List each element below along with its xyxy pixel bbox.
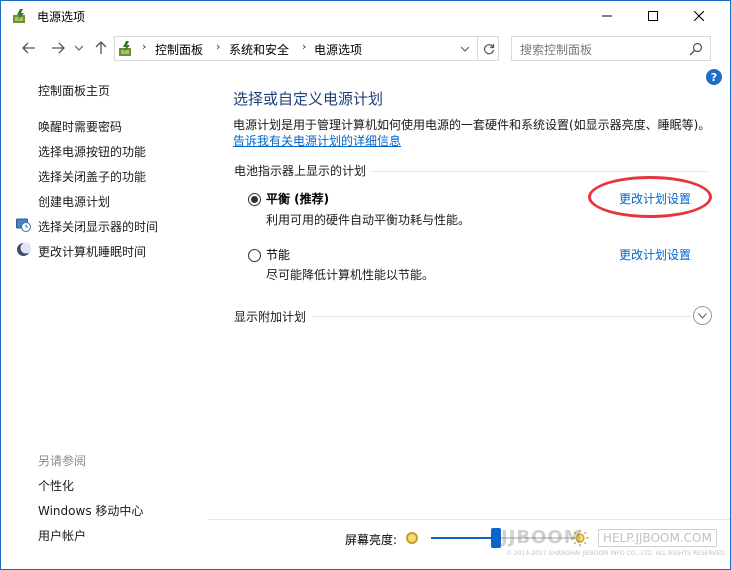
see-also-user-accounts[interactable]: 用户帐户 <box>38 527 86 544</box>
left-link-wake-password[interactable]: 唤醒时需要密码 <box>38 118 122 135</box>
bottom-divider <box>208 519 730 520</box>
power-plan-info-link[interactable]: 告诉我有关电源计划的详细信息 <box>233 132 401 149</box>
breadcrumb-separator-icon: › <box>142 40 147 53</box>
breadcrumb-system-security[interactable]: 系统和安全 <box>229 41 289 58</box>
watermark-url: HELP.JJBOOM.COM <box>598 529 717 547</box>
recent-locations-button[interactable] <box>72 38 86 58</box>
page-description: 电源计划是用于管理计算机如何使用电源的一套硬件和系统设置(如显示器亮度、睡眠等)… <box>233 118 711 132</box>
left-link-power-buttons[interactable]: 选择电源按钮的功能 <box>38 143 146 160</box>
breadcrumb-separator-icon: › <box>302 40 307 53</box>
brightness-slider-fill <box>431 537 497 539</box>
plan-group-heading: 电池指示器上显示的计划 <box>234 164 367 178</box>
back-button[interactable] <box>19 38 39 58</box>
refresh-button[interactable] <box>477 37 499 60</box>
search-placeholder: 搜索控制面板 <box>520 43 593 57</box>
watermark-brand: JJBOOM <box>501 527 583 548</box>
chevron-down-icon <box>698 312 707 319</box>
arrow-up-icon <box>95 41 107 54</box>
plan-power-saver-change-settings-link[interactable]: 更改计划设置 <box>619 246 691 263</box>
maximize-icon <box>648 11 658 21</box>
brightness-slider-thumb[interactable] <box>491 528 502 548</box>
brightness-label: 屏幕亮度: <box>345 533 398 547</box>
breadcrumb-separator-icon: › <box>216 40 221 53</box>
see-also-heading: 另请参阅 <box>38 454 87 468</box>
plan-balanced-name[interactable]: 平衡 (推荐) <box>266 190 329 207</box>
breadcrumb-control-panel[interactable]: 控制面板 <box>155 41 203 58</box>
search-input[interactable]: 搜索控制面板 <box>511 36 711 61</box>
arrow-right-icon <box>52 42 65 54</box>
plan-power-saver-name[interactable]: 节能 <box>266 246 290 263</box>
help-icon[interactable]: ? <box>706 69 722 85</box>
power-options-window: 电源选项 › 控制面板 › 系统和安全 › 电源选项 搜索控制面板 ? 控制面板… <box>0 0 731 570</box>
left-link-sleep-time[interactable]: 更改计算机睡眠时间 <box>38 243 146 260</box>
arrow-left-icon <box>22 42 35 54</box>
up-button[interactable] <box>91 38 111 58</box>
page-title: 选择或自定义电源计划 <box>233 90 384 108</box>
left-link-create-plan[interactable]: 创建电源计划 <box>38 193 110 210</box>
refresh-icon <box>483 43 494 54</box>
highlight-annotation <box>588 176 712 218</box>
minimize-icon <box>602 15 612 17</box>
moon-icon <box>17 242 31 256</box>
address-dropdown-button[interactable] <box>456 40 474 58</box>
power-options-icon <box>13 9 25 23</box>
left-link-display-off[interactable]: 选择关闭显示器的时间 <box>38 218 158 235</box>
expand-plans-button[interactable] <box>693 306 712 325</box>
title-bar: 电源选项 <box>1 1 730 31</box>
control-panel-icon <box>119 41 131 56</box>
left-link-lid-close[interactable]: 选择关闭盖子的功能 <box>38 168 146 185</box>
search-icon <box>689 42 703 56</box>
forward-button[interactable] <box>48 38 68 58</box>
control-panel-home-link[interactable]: 控制面板主页 <box>38 82 110 99</box>
address-toolbar: › 控制面板 › 系统和安全 › 电源选项 搜索控制面板 <box>1 34 730 64</box>
plan-balanced-radio[interactable] <box>248 193 261 206</box>
chevron-down-icon <box>75 45 83 51</box>
breadcrumb-power-options[interactable]: 电源选项 <box>314 41 362 58</box>
watermark-fine-print: © 2014-2017 SHANGHAI JIEBOOM INFO CO., L… <box>506 550 727 557</box>
additional-plans-divider <box>313 316 691 317</box>
minimize-button[interactable] <box>584 1 630 31</box>
see-also-personalization[interactable]: 个性化 <box>38 477 74 494</box>
group-divider <box>371 171 707 172</box>
see-also-mobility-center[interactable]: Windows 移动中心 <box>38 502 143 519</box>
maximize-button[interactable] <box>630 1 676 31</box>
plan-balanced-description: 利用可用的硬件自动平衡功耗与性能。 <box>266 213 471 227</box>
plan-power-saver-description: 尽可能降低计算机性能以节能。 <box>266 268 435 282</box>
chevron-down-icon <box>461 46 469 52</box>
close-icon <box>694 11 704 21</box>
plan-power-saver-radio[interactable] <box>248 249 261 262</box>
show-additional-plans-label[interactable]: 显示附加计划 <box>234 308 306 325</box>
close-button[interactable] <box>676 1 722 31</box>
address-box[interactable]: › 控制面板 › 系统和安全 › 电源选项 <box>114 36 499 61</box>
display-clock-icon <box>16 218 31 232</box>
brightness-low-icon <box>406 532 418 544</box>
window-title: 电源选项 <box>37 10 86 24</box>
